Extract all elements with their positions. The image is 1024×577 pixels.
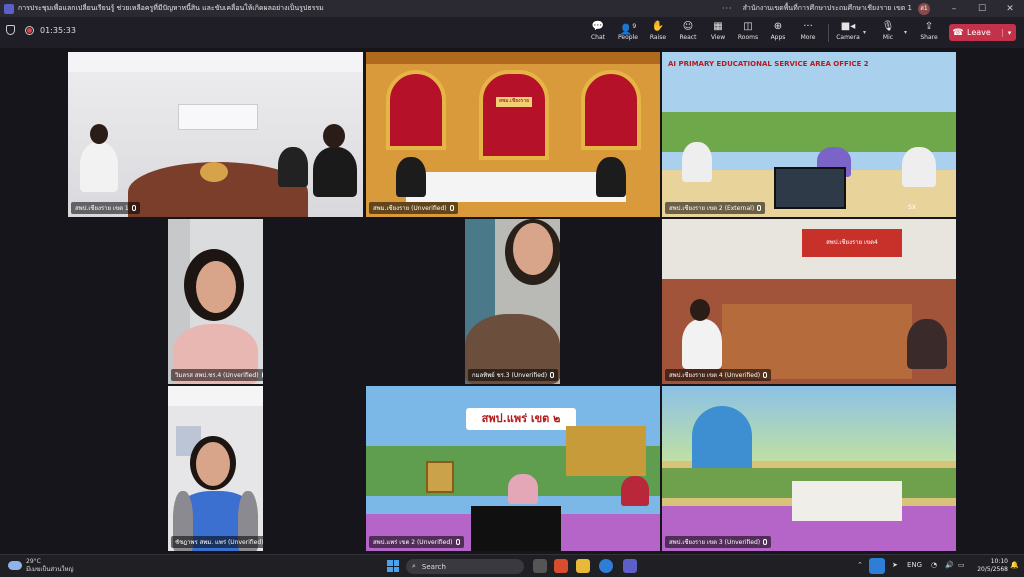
smile-icon: ☺ [682, 21, 694, 32]
mic-icon [449, 205, 454, 211]
mic-icon [763, 539, 768, 545]
more-button[interactable]: ··· More [793, 20, 823, 41]
system-clock[interactable]: 10:10 20/5/2568 [968, 558, 1008, 574]
mic-icon [550, 372, 555, 378]
video-tile[interactable]: กมลทิพย์ ชร.3 (Unverified) [465, 219, 560, 384]
mic-icon [131, 205, 136, 211]
meeting-timer: 01:35:33 [40, 25, 76, 35]
apps-button[interactable]: ⊕ Apps [763, 20, 793, 41]
grid-icon: ▦ [713, 21, 723, 32]
task-view-icon[interactable] [533, 559, 547, 573]
more-icon: ··· [803, 21, 813, 32]
video-tile[interactable]: สพม.เชียงราย สพม.เชียงราย (Unverified) [366, 52, 660, 217]
chevron-down-icon[interactable]: ▾ [904, 29, 907, 36]
react-button[interactable]: ☺ React [673, 20, 703, 41]
rooms-icon: ◫ [743, 21, 753, 32]
cloud-icon [8, 561, 22, 570]
language-indicator[interactable]: ENG [907, 561, 922, 569]
raise-hand-button[interactable]: ✋ Raise [643, 20, 673, 41]
camera-button[interactable]: ■◂ Camera [833, 20, 863, 41]
room-banner: AI PRIMARY EDUCATIONAL SERVICE AREA OFFI… [668, 60, 869, 68]
video-gallery: สพป.เชียงราย เขต 1 สพม.เชียงราย สพม.เชีย… [0, 48, 1024, 554]
volume-icon[interactable]: 🔊 [945, 561, 954, 569]
video-tile[interactable]: สพป.เชียงราย เขต 3 (Unverified) [662, 386, 956, 551]
room-sign: สพม.เชียงราย [496, 97, 532, 107]
room-sign: สพป.เชียงราย เขต4 [802, 229, 902, 257]
chevron-up-icon[interactable]: ⌃ [857, 561, 863, 569]
zoom-icon[interactable] [599, 559, 613, 573]
participant-name: สพป.เชียงราย เขต 4 (Unverified) [669, 372, 761, 379]
video-tile[interactable]: ชัชฎาพร สพม. แพร่ (Unverified) [168, 386, 263, 551]
close-button[interactable]: ✕ [996, 4, 1024, 14]
video-tile[interactable]: สพป.แพร่ เขต ๒ สพป.แพร่ เขต 2 (Unverifie… [366, 386, 660, 551]
video-tile[interactable]: สพป.เชียงราย เขต 1 [68, 52, 363, 217]
participant-name: วิมลรส สพป.ชร.4 (Unverified) [175, 372, 259, 379]
shield-icon [6, 25, 15, 35]
avatar[interactable]: ส1 [918, 2, 930, 15]
people-icon: 👤9 [619, 23, 637, 36]
brave-icon[interactable] [554, 559, 568, 573]
mic-icon [455, 539, 460, 545]
participant-name: กมลทิพย์ ชร.3 (Unverified) [472, 372, 548, 379]
minimize-button[interactable]: – [940, 4, 968, 14]
mic-icon: 🎙 [881, 21, 895, 32]
battery-icon[interactable]: ▭ [958, 561, 965, 569]
rooms-button[interactable]: ◫ Rooms [733, 20, 763, 41]
participant-name: สพป.แพร่ เขต 2 (Unverified) [373, 539, 453, 546]
camera-icon: ■◂ [840, 21, 856, 32]
share-button[interactable]: ⇪ Share [914, 20, 944, 41]
leave-button[interactable]: ☎ Leave ▾ [949, 24, 1016, 41]
more-options-icon[interactable]: ··· [722, 4, 733, 13]
maximize-button[interactable]: ☐ [968, 4, 996, 14]
chat-icon: 💬 [591, 21, 605, 32]
meeting-title: การประชุมเพื่อแลกเปลี่ยนเรียนรู้ ช่วยเหล… [18, 4, 324, 12]
mic-icon [261, 372, 263, 378]
recording-icon [25, 25, 34, 35]
chevron-down-icon[interactable]: ▾ [863, 29, 866, 36]
video-tile[interactable]: วิมลรส สพป.ชร.4 (Unverified) [168, 219, 263, 384]
participant-name: สพม.เชียงราย (Unverified) [373, 205, 447, 212]
account-org-name: สำนักงานเขตพื้นที่การศึกษาประถมศึกษาเชีย… [742, 4, 912, 12]
toolbar-divider [828, 24, 829, 42]
video-tile[interactable]: AI PRIMARY EDUCATIONAL SERVICE AREA OFFI… [662, 52, 956, 217]
teams-logo-icon [4, 3, 14, 14]
hand-icon: ✋ [651, 21, 665, 32]
video-watermark: SX [908, 204, 916, 211]
chat-button[interactable]: 💬 Chat [583, 20, 613, 41]
participant-name: สพป.เชียงราย เขต 1 [75, 205, 129, 212]
search-box[interactable]: ⌕ Search [406, 559, 524, 574]
start-button[interactable] [387, 560, 399, 572]
view-button[interactable]: ▦ View [703, 20, 733, 41]
window-titlebar: การประชุมเพื่อแลกเปลี่ยนเรียนรู้ ช่วยเหล… [0, 0, 1024, 17]
weather-widget[interactable]: 29°C มีเมฆเป็นส่วนใหญ่ [8, 558, 74, 574]
location-icon[interactable]: ➤ [892, 561, 898, 569]
participant-name: สพป.เชียงราย เขต 2 (External) [669, 205, 755, 212]
windows-taskbar: 29°C มีเมฆเป็นส่วนใหญ่ ⌕ Search ⌃ ➤ ENG ◔… [0, 554, 1024, 577]
mic-tray-icon[interactable] [869, 558, 885, 574]
teams-icon[interactable] [623, 559, 637, 573]
room-sign: สพป.แพร่ เขต ๒ [466, 408, 576, 430]
notification-icon[interactable]: 🔔 [1010, 561, 1019, 569]
people-button[interactable]: 👤9 People [613, 20, 643, 41]
mic-icon [757, 205, 762, 211]
file-explorer-icon[interactable] [576, 559, 590, 573]
meeting-toolbar: 01:35:33 💬 Chat 👤9 People ✋ Raise ☺ React ▦ V… [0, 17, 1024, 48]
apps-icon: ⊕ [773, 21, 783, 32]
video-tile[interactable]: สพป.เชียงราย เขต4 สพป.เชียงราย เขต 4 (Un… [662, 219, 956, 384]
participant-name: สพป.เชียงราย เขต 3 (Unverified) [669, 539, 761, 546]
participant-name: ชัชฎาพร สพม. แพร่ (Unverified) [175, 539, 263, 546]
mic-icon [763, 372, 768, 378]
mic-button[interactable]: 🎙 Mic [873, 20, 903, 41]
wifi-icon[interactable]: ◔ [931, 561, 937, 569]
share-icon: ⇪ [924, 21, 934, 32]
chevron-down-icon[interactable]: ▾ [1002, 28, 1016, 37]
phone-icon: ☎ [952, 27, 964, 38]
search-icon: ⌕ [412, 562, 416, 570]
